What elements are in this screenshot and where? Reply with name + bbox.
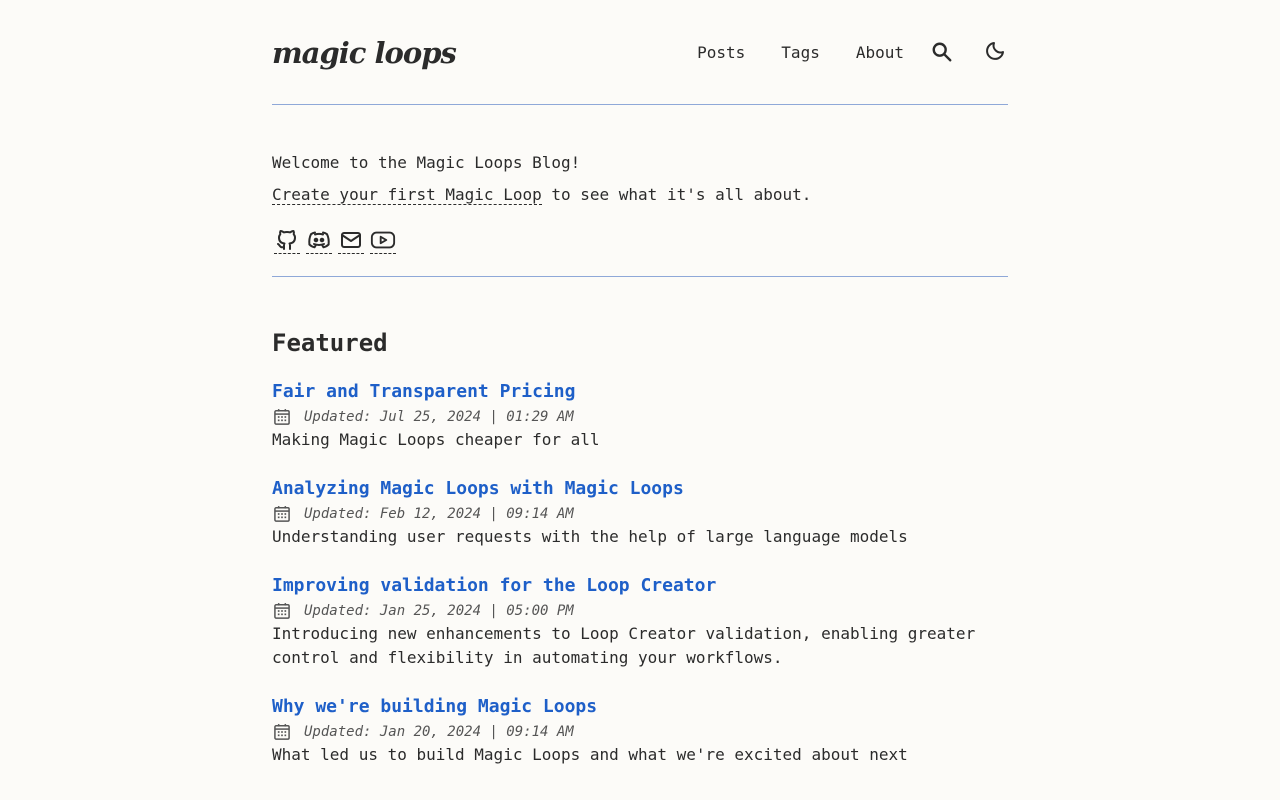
calendar-icon: [274, 603, 290, 619]
youtube-icon[interactable]: [370, 227, 396, 254]
main-nav: Posts Tags About: [697, 36, 1008, 68]
post-meta: Updated: Jan 25, 2024 | 05:00 PM: [272, 600, 1008, 622]
post-item: Analyzing Magic Loops with Magic Loops U…: [272, 476, 1008, 549]
nav-about-link[interactable]: About: [856, 43, 904, 62]
calendar-icon: [274, 506, 290, 522]
post-item: Fair and Transparent Pricing Updated: Ju…: [272, 379, 1008, 452]
post-title-link[interactable]: Improving validation for the Loop Creato…: [272, 573, 1008, 599]
nav-tags-link[interactable]: Tags: [781, 43, 820, 62]
featured-section: Featured Fair and Transparent Pricing Up…: [272, 327, 1008, 767]
post-item: Why we're building Magic Loops Updated: …: [272, 694, 1008, 767]
github-icon[interactable]: [274, 227, 300, 254]
post-date: Updated: Jul 25, 2024 | 01:29 AM: [304, 409, 574, 425]
post-date: Updated: Jan 20, 2024 | 09:14 AM: [304, 724, 574, 740]
intro-cta-suffix: to see what it's all about.: [541, 185, 812, 204]
intro-section: Welcome to the Magic Loops Blog! Create …: [272, 105, 1008, 277]
post-item: Improving validation for the Loop Creato…: [272, 573, 1008, 670]
post-description: Making Magic Loops cheaper for all: [272, 430, 600, 449]
nav-posts-link[interactable]: Posts: [697, 43, 745, 62]
social-links: [274, 227, 1008, 254]
site-logo[interactable]: magic loops: [272, 36, 457, 70]
post-description: Understanding user requests with the hel…: [272, 527, 908, 546]
calendar-icon: [274, 409, 290, 425]
site-header: magic loops Posts Tags About: [272, 0, 1008, 105]
post-meta: Updated: Jul 25, 2024 | 01:29 AM: [272, 406, 1008, 428]
welcome-text: Welcome to the Magic Loops Blog!: [272, 153, 581, 172]
post-title-link[interactable]: Analyzing Magic Loops with Magic Loops: [272, 476, 1008, 502]
post-meta: Updated: Jan 20, 2024 | 09:14 AM: [272, 721, 1008, 743]
intro-cta: Create your first Magic Loop to see what…: [272, 179, 1008, 211]
post-description: Introducing new enhancements to Loop Cre…: [272, 624, 976, 667]
post-title-link[interactable]: Why we're building Magic Loops: [272, 694, 1008, 720]
mail-icon[interactable]: [338, 227, 364, 254]
post-date: Updated: Jan 25, 2024 | 05:00 PM: [304, 603, 574, 619]
post-meta: Updated: Feb 12, 2024 | 09:14 AM: [272, 503, 1008, 525]
search-icon[interactable]: [928, 38, 956, 66]
page-container: magic loops Posts Tags About Welcome to …: [272, 0, 1008, 767]
discord-icon[interactable]: [306, 227, 332, 254]
create-loop-link[interactable]: Create your first Magic Loop: [272, 185, 542, 205]
post-description: What led us to build Magic Loops and wha…: [272, 745, 908, 764]
post-date: Updated: Feb 12, 2024 | 09:14 AM: [304, 506, 574, 522]
moon-icon[interactable]: [980, 38, 1008, 66]
featured-heading: Featured: [272, 329, 388, 357]
calendar-icon: [274, 724, 290, 740]
post-title-link[interactable]: Fair and Transparent Pricing: [272, 379, 1008, 405]
